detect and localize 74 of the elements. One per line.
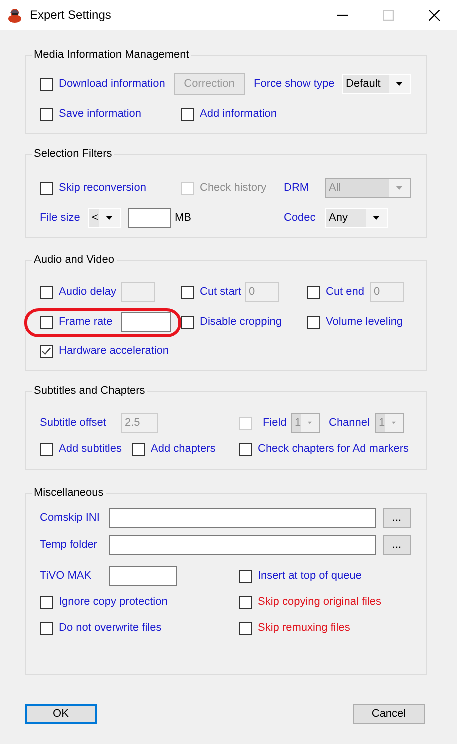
text-field[interactable]	[128, 208, 171, 228]
checkbox[interactable]	[307, 286, 320, 298]
checkbox[interactable]	[40, 78, 53, 90]
checkbox[interactable]	[181, 286, 194, 298]
checkbox-label: Skip copying original files	[258, 596, 382, 608]
checkbox[interactable]	[181, 316, 194, 328]
field-label: Force show type	[254, 78, 335, 90]
group-title: Media Information Management	[32, 48, 192, 62]
checkbox-label: Audio delay	[59, 286, 116, 298]
field-label: Comskip INI	[40, 512, 100, 524]
checkbox[interactable]	[40, 442, 53, 456]
text-field[interactable]	[121, 312, 171, 332]
checkbox[interactable]	[40, 108, 53, 120]
field-label: File size	[40, 212, 80, 224]
close-icon	[428, 10, 440, 20]
app-icon	[8, 7, 22, 23]
checkbox[interactable]	[40, 596, 53, 608]
group-title: Subtitles and Chapters	[32, 384, 148, 398]
checkbox[interactable]	[40, 316, 53, 328]
checkbox-label: Add subtitles	[59, 443, 122, 455]
text-field[interactable]	[109, 508, 376, 528]
field-label: Temp folder	[40, 539, 98, 551]
checkbox[interactable]	[239, 442, 252, 456]
field-label: Codec	[284, 212, 316, 224]
field-label: Subtitle offset	[40, 417, 106, 429]
checkbox-label: Disable cropping	[200, 316, 282, 328]
checkbox[interactable]	[239, 622, 252, 634]
caret-icon	[392, 421, 396, 425]
checkbox-label: Check chapters for Ad markers	[258, 443, 410, 455]
checkbox[interactable]	[40, 622, 53, 634]
caret-icon	[106, 216, 113, 220]
browse-button[interactable]: ...	[383, 535, 411, 555]
text-field[interactable]	[109, 566, 177, 586]
checkbox-label: Check history	[200, 182, 267, 194]
checkbox-label: Frame rate	[59, 316, 113, 328]
checkbox-label: Do not overwrite files	[59, 622, 162, 634]
dropdown[interactable]: Any	[325, 208, 388, 228]
unit-label: MB	[175, 212, 192, 224]
caret-icon	[308, 421, 312, 425]
checkbox-label: Volume leveling	[326, 316, 404, 328]
checkbox[interactable]	[239, 596, 252, 608]
text-field[interactable]	[109, 535, 376, 555]
checkbox[interactable]	[239, 570, 252, 582]
checkbox[interactable]	[40, 344, 53, 358]
dropdown[interactable]: Default	[342, 74, 411, 94]
field-label: TiVO MAK	[40, 570, 92, 582]
checkbox-label: Add information	[200, 108, 278, 120]
checkbox-label: Cut start	[200, 286, 242, 298]
cancel-button[interactable]: Cancel	[353, 704, 425, 724]
checkbox[interactable]	[181, 108, 194, 120]
checkbox[interactable]	[132, 442, 145, 456]
browse-button[interactable]: ...	[383, 508, 411, 528]
caret-icon	[396, 186, 403, 190]
checkbox-label: Save information	[59, 108, 142, 120]
checkbox-label: Hardware acceleration	[59, 345, 170, 357]
ok-button[interactable]: OK	[25, 704, 97, 724]
checkbox-label: Ignore copy protection	[59, 596, 168, 608]
caret-icon	[396, 82, 403, 86]
checkbox-label: Add chapters	[151, 443, 216, 455]
checkbox-label: Skip reconversion	[59, 182, 146, 194]
field-label: DRM	[284, 182, 310, 194]
dropdown[interactable]: <	[88, 208, 121, 228]
checkbox[interactable]	[307, 316, 320, 328]
checkbox-label: Cut end	[326, 286, 365, 298]
field-label: Field	[263, 417, 287, 429]
checkbox[interactable]	[40, 286, 53, 298]
window-title: Expert Settings	[30, 8, 112, 22]
checkbox-label: Download information	[59, 78, 166, 90]
checkbox-label: Skip remuxing files	[258, 622, 350, 634]
field-label: Channel	[329, 417, 370, 429]
maximize-icon	[382, 10, 394, 20]
checkbox[interactable]	[40, 182, 53, 194]
checkbox-label: Insert at top of queue	[258, 570, 362, 582]
caret-icon	[373, 216, 380, 220]
